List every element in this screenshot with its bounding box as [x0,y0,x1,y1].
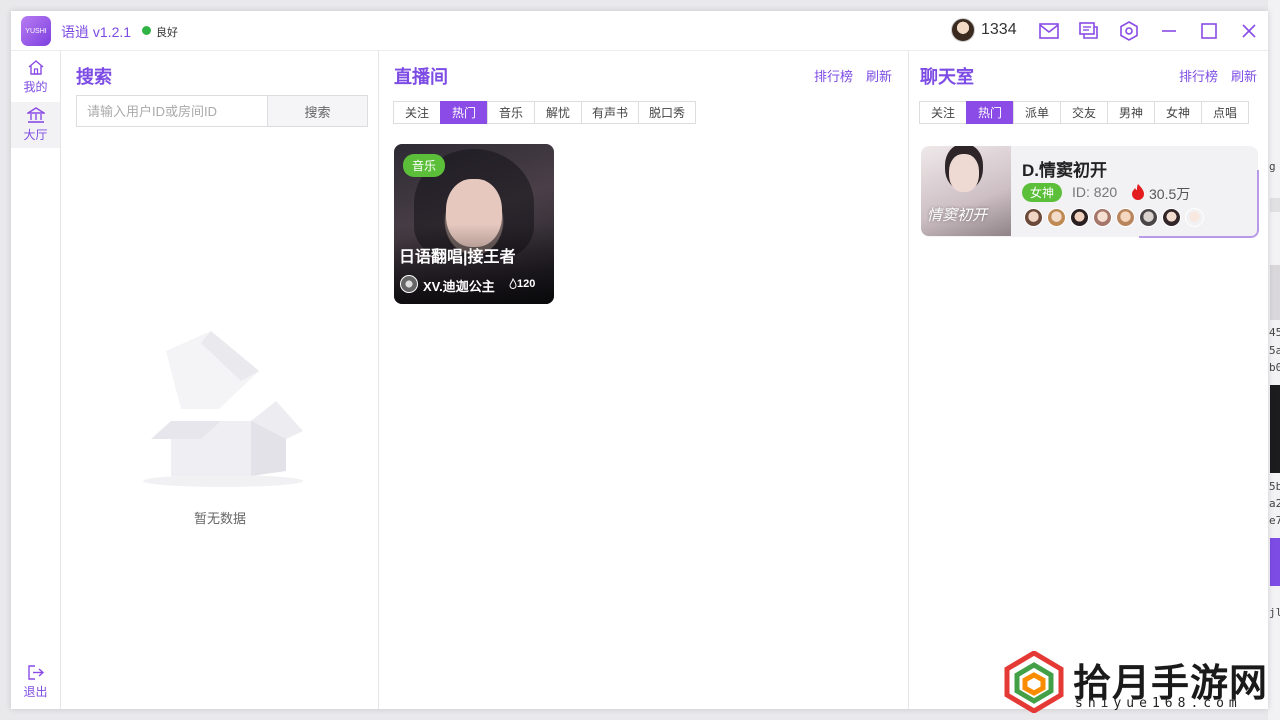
tab-chat-sing[interactable]: 点唱 [1201,101,1249,124]
live-room-card[interactable]: 音乐 日语翻唱|接王者 XV.迪迦公主 120 [394,144,554,304]
nav-item-label: 我的 [23,80,48,94]
bg-text: 5a [1269,344,1280,357]
chat-room-id: ID: 820 [1072,184,1118,200]
app-logo-text: YUSHI [25,27,47,35]
member-avatar [1047,208,1066,227]
settings-icon[interactable] [1119,21,1139,41]
tab-chat-female[interactable]: 女神 [1154,101,1202,124]
live-refresh-link[interactable]: 刷新 [866,66,892,85]
bg-text: 5b [1269,480,1280,493]
tab-chat-follow[interactable]: 关注 [919,101,967,124]
status-dot-icon [142,26,151,35]
chat-tabs: 关注 热门 派单 交友 男神 女神 点唱 [919,101,1249,124]
chat-ranking-link[interactable]: 排行榜 [1179,66,1218,85]
bg-block [1270,265,1280,320]
tab-chat-dispatch[interactable]: 派单 [1013,101,1061,124]
tab-chat-friends[interactable]: 交友 [1060,101,1108,124]
close-icon[interactable] [1239,21,1259,41]
empty-state-text: 暂无数据 [193,511,246,526]
member-avatar [1162,208,1181,227]
search-button[interactable]: 搜索 [267,95,368,127]
search-input[interactable] [76,95,268,127]
network-status: 良好 [156,27,178,39]
member-avatar [1070,208,1089,227]
nav-item-label: 大厅 [23,128,48,142]
chat-icon[interactable] [1079,21,1099,41]
tab-live-audiobook[interactable]: 有声书 [581,101,639,124]
tab-live-music[interactable]: 音乐 [487,101,535,124]
bg-text: jl [1269,606,1280,619]
member-avatar [1116,208,1135,227]
watermark-logo-icon [1004,651,1064,713]
live-room-title: 日语翻唱|接王者 [399,249,516,266]
member-avatar [1093,208,1112,227]
flame-icon [509,278,517,289]
chat-member-avatars [1024,208,1208,227]
tab-chat-male[interactable]: 男神 [1107,101,1155,124]
bg-text: b0 [1269,361,1280,374]
bg-text: g [1269,160,1276,173]
live-host-avatar [400,275,418,293]
bg-text: a2 [1269,497,1280,510]
live-heat-count: 120 [517,278,536,290]
bank-icon [26,107,45,123]
mail-icon[interactable] [1039,21,1059,41]
chat-panel: 聊天室 排行榜 刷新 关注 热门 派单 交友 男神 女神 点唱 情窦初开 D.情… [909,51,1268,709]
chat-room-name: D.情窦初开 [1022,161,1107,180]
side-nav: 我的 大厅 退出 [11,51,61,709]
member-avatar [1185,208,1204,227]
logout-icon [27,665,44,680]
search-title: 搜索 [76,67,112,87]
live-title: 直播间 [394,67,448,87]
nav-item-mine[interactable]: 我的 [11,54,60,100]
title-bar[interactable]: YUSHI 语逍 v1.2.1 良好 1334 [11,11,1268,51]
member-avatar [1139,208,1158,227]
tab-live-hot[interactable]: 热门 [440,101,488,124]
chat-room-badge: 女神 [1022,183,1063,202]
background-window: g 45 5a b0 5b a2 e7 jl [1268,0,1280,720]
chat-refresh-link[interactable]: 刷新 [1231,66,1257,85]
nav-item-hall[interactable]: 大厅 [11,102,60,148]
chat-cover-text: 情窦初开 [927,206,988,224]
app-title: 语逍 v1.2.1 [61,24,132,40]
chat-title: 聊天室 [920,67,974,87]
chat-room-cover: 情窦初开 [921,146,1011,236]
fire-icon [1132,184,1144,200]
search-panel: 搜索 搜索 暂无数据 [61,51,379,709]
tab-chat-hot[interactable]: 热门 [966,101,1014,124]
tab-live-talkshow[interactable]: 脱口秀 [638,101,696,124]
live-panel: 直播间 排行榜 刷新 关注 热门 音乐 解忧 有声书 脱口秀 音乐 日语翻唱|接… [379,51,909,709]
user-coins: 1334 [981,21,1017,38]
live-category-tag: 音乐 [403,154,446,177]
watermark-url: shiyue168.com [1075,696,1242,711]
chat-cover-face [949,154,979,192]
bg-text: e7 [1269,514,1280,527]
bg-text: 45 [1269,326,1280,339]
home-icon [28,60,43,75]
bg-block [1270,538,1280,586]
chat-room-heat: 30.5万 [1149,186,1191,202]
logout-label: 退出 [23,685,48,699]
live-ranking-link[interactable]: 排行榜 [814,66,853,85]
minimize-icon[interactable] [1159,21,1179,41]
bg-block [1270,198,1280,212]
chat-room-card[interactable]: 情窦初开 D.情窦初开 女神 ID: 820 30.5万 [921,146,1259,238]
live-tabs: 关注 热门 音乐 解忧 有声书 脱口秀 [393,101,696,124]
member-avatar [1024,208,1043,227]
tab-live-follow[interactable]: 关注 [393,101,441,124]
maximize-icon[interactable] [1199,21,1219,41]
app-window: YUSHI 语逍 v1.2.1 良好 1334 我的 大厅 退出 搜索 请输入用… [11,11,1268,709]
tab-live-relief[interactable]: 解忧 [534,101,582,124]
empty-box-icon [143,331,303,487]
user-avatar[interactable] [951,18,975,42]
live-host-name: XV.迪迦公主 [423,279,495,294]
bg-block [1270,385,1280,473]
card-accent-border [1139,170,1259,238]
app-logo: YUSHI [21,16,51,46]
logout-button[interactable]: 退出 [11,659,60,705]
